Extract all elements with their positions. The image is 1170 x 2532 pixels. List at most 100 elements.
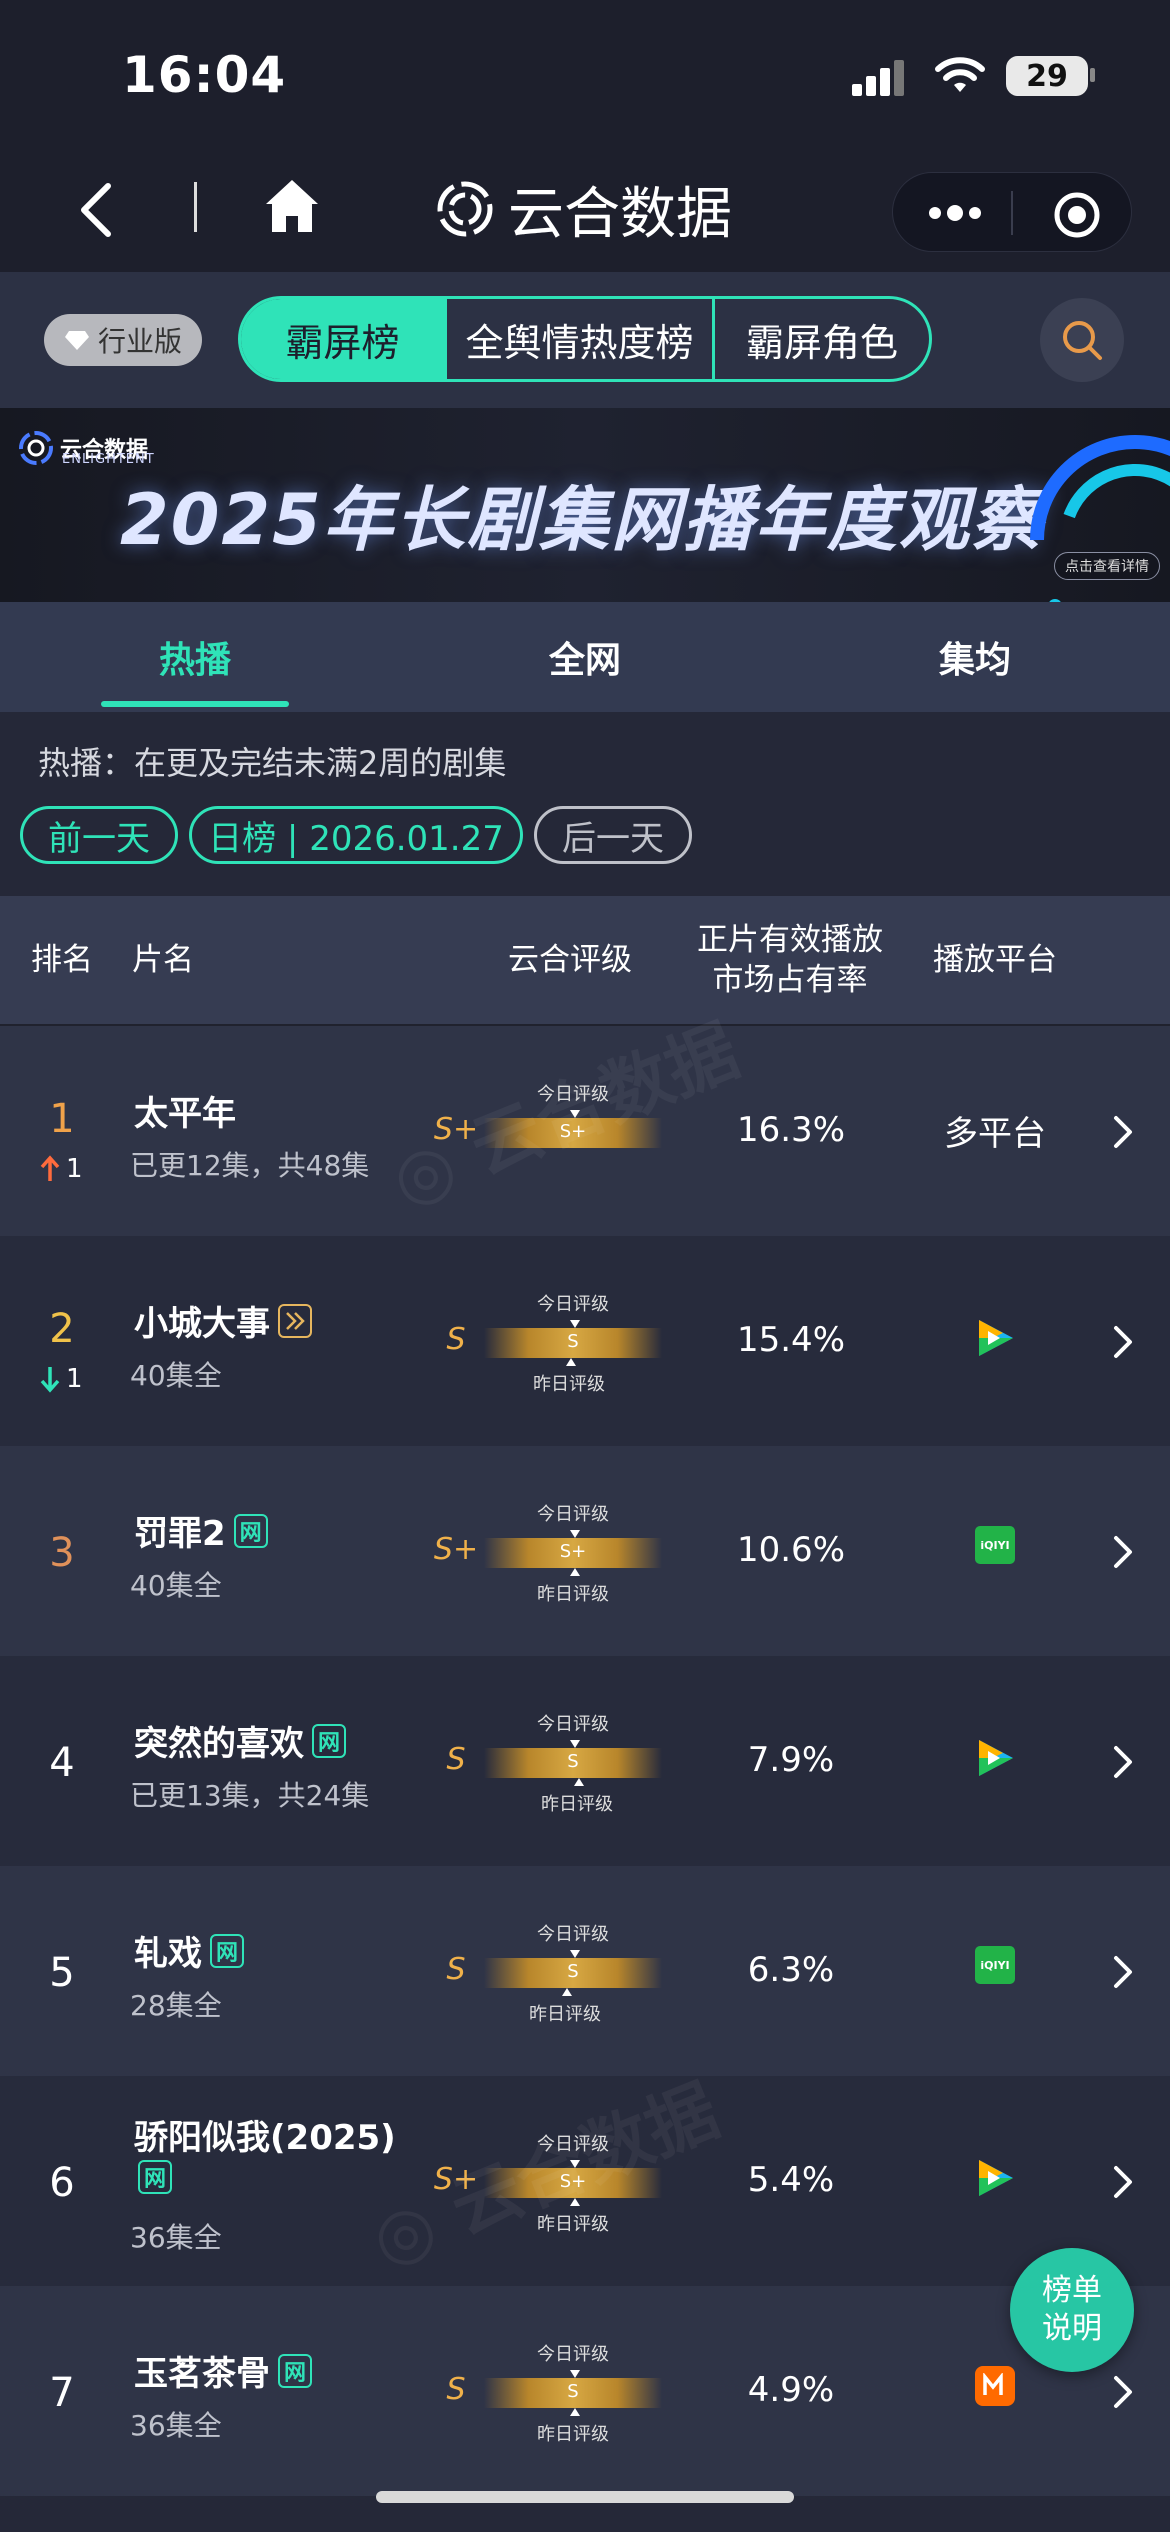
drama-title[interactable]: 罚罪2 网 [134, 1506, 268, 1555]
tencent-video-icon [979, 1320, 1013, 1356]
table-row[interactable]: 7 玉茗茶骨网 36集全 S 今日评级 S 昨日评级 4.9% [0, 2286, 1170, 2496]
table-row[interactable]: 6 骄阳似我(2025) 网 36集全 S+ 今日评级 S+ 昨日评级 5.4% [0, 2076, 1170, 2286]
segment-characters[interactable]: 霸屏角色 [715, 299, 929, 379]
yesterday-marker [570, 2198, 580, 2206]
date-selector[interactable]: 日榜 | 2026.01.27 [189, 806, 523, 864]
nav-divider [194, 182, 197, 232]
banner-detail-button[interactable]: 点击查看详情 [1054, 552, 1160, 580]
yesterday-marker [570, 2408, 580, 2416]
yesterday-rating-label: 昨日评级 [537, 2214, 609, 2235]
list-info: 热播：在更及完结未满2周的剧集 前一天 日榜 | 2026.01.27 后一天 [0, 712, 1170, 896]
rank-number: 1 [49, 1096, 75, 1142]
ranking-type-segment: 霸屏榜 全舆情热度榜 霸屏角色 [238, 296, 932, 382]
table-row[interactable]: 5 轧戏网 28集全 S 今日评级 S 昨日评级 6.3% iQIYI [0, 1866, 1170, 2076]
list-description: 热播：在更及完结未满2周的剧集 [38, 744, 507, 782]
tab-all-network[interactable]: 全网 [390, 602, 780, 712]
prev-day-button[interactable]: 前一天 [20, 806, 178, 864]
platform-cell: iQIYI [930, 1946, 1060, 1984]
tab-per-episode[interactable]: 集均 [780, 602, 1170, 712]
table-row[interactable]: 3 罚罪2 网 40集全 S+ 今日评级 S+ 昨日评级 10.6% iQIYI [0, 1446, 1170, 1656]
web-drama-tag: 网 [312, 1723, 346, 1758]
drama-title[interactable]: 突然的喜欢网 [134, 1716, 346, 1765]
rank-number: 6 [49, 2160, 75, 2206]
yesterday-marker [562, 1988, 572, 1996]
rating-grade: S [446, 1322, 466, 1357]
segment-screen-dominance[interactable]: 霸屏榜 [241, 299, 447, 379]
episode-status: 已更12集，共48集 [130, 1149, 370, 1182]
signal-icon [852, 60, 904, 96]
drama-title[interactable]: 轧戏网 [134, 1926, 244, 1975]
nav-title-group: 云合数据 [436, 174, 732, 247]
ranking-toolbar: 行业版 霸屏榜 全舆情热度榜 霸屏角色 [0, 272, 1170, 408]
bar-grade-label: S+ [559, 1541, 587, 1562]
home-icon[interactable] [262, 176, 322, 236]
next-day-button[interactable]: 后一天 [534, 806, 692, 864]
search-button[interactable] [1040, 298, 1124, 382]
chevron-right-icon[interactable] [1110, 1952, 1136, 1992]
chevron-right-icon[interactable] [1110, 1742, 1136, 1782]
yunhe-logo-icon [437, 181, 493, 237]
episode-status: 已更13集，共24集 [130, 1779, 370, 1812]
segment-public-opinion[interactable]: 全舆情热度榜 [447, 299, 715, 379]
chevron-right-icon[interactable] [1110, 2372, 1136, 2412]
edition-badge[interactable]: 行业版 [44, 314, 202, 366]
market-share-value: 10.6% [736, 1530, 845, 1570]
platform-cell: 多平台 [930, 1106, 1060, 1155]
tab-hot[interactable]: 热播 [0, 602, 390, 712]
bar-grade-label: S+ [559, 2171, 587, 2192]
list-explanation-button[interactable]: 榜单 说明 [1010, 2248, 1134, 2372]
arrow-down-icon [40, 1367, 60, 1393]
wifi-icon [935, 57, 985, 92]
chevron-right-icon[interactable] [1110, 1112, 1136, 1152]
today-rating-label: 今日评级 [537, 1084, 609, 1105]
today-marker [570, 1950, 580, 1958]
drama-title[interactable]: 玉茗茶骨网 [134, 2346, 312, 2395]
drama-title[interactable]: 小城大事 [134, 1296, 312, 1345]
platform-cell [930, 1316, 1060, 1360]
rating-bar: 今日评级 S+ 昨日评级 [484, 2130, 662, 2240]
banner-title: 2025年长剧集网播年度观察 [120, 479, 1043, 561]
banner-logo-icon [19, 431, 53, 465]
more-icon[interactable] [927, 201, 983, 225]
platform-text: 多平台 [944, 1114, 1046, 1154]
promo-banner[interactable]: 云合数据 ENLIGHTENT 2025年长剧集网播年度观察 点击查看详情 [0, 408, 1170, 602]
drama-title-text: 小城大事 [134, 1304, 270, 1344]
table-header: 排名 片名 云合评级 正片有效播放 市场占有率 播放平台 [0, 896, 1170, 1026]
status-bar: 16:04 29 [0, 0, 1170, 150]
table-row[interactable]: 1 1 太平年 已更12集，共48集 S+ 今日评级 S+ 16.3% 多平台 [0, 1026, 1170, 1236]
nav-title: 云合数据 [508, 181, 732, 247]
rank-number: 3 [49, 1530, 75, 1576]
market-share-value: 4.9% [747, 2370, 835, 2410]
status-time: 16:04 [122, 46, 287, 104]
chevron-right-icon[interactable] [1110, 2162, 1136, 2202]
search-icon [1063, 321, 1102, 360]
tencent-video-icon [979, 1740, 1013, 1776]
platform-cell: iQIYI [930, 1526, 1060, 1564]
market-share-value: 15.4% [736, 1320, 845, 1360]
capsule-divider [1011, 191, 1013, 235]
rating-grade: S [446, 1952, 466, 1987]
rank-trend: 1 [40, 1154, 83, 1184]
close-miniapp-icon[interactable] [1053, 191, 1101, 239]
rating-bar: 今日评级 S 昨日评级 [484, 2340, 662, 2450]
platform-cell [930, 1736, 1060, 1780]
back-icon[interactable] [70, 180, 130, 240]
drama-title-text: 突然的喜欢 [134, 1724, 304, 1764]
yesterday-marker [566, 1358, 576, 1366]
today-marker [570, 2370, 580, 2378]
today-rating-label: 今日评级 [537, 1504, 609, 1525]
table-row[interactable]: 4 突然的喜欢网已更13集，共24集 S 今日评级 S 昨日评级 7.9% [0, 1656, 1170, 1866]
bar-grade-label: S+ [559, 1121, 587, 1142]
web-drama-tag: 网 [233, 1513, 268, 1548]
drama-title[interactable]: 太平年 [134, 1086, 236, 1135]
table-row[interactable]: 2 1 小城大事 40集全 S 今日评级 S 昨日评级 15.4% [0, 1236, 1170, 1446]
header-share-line2: 市场占有率 [712, 962, 868, 998]
drama-title[interactable]: 骄阳似我(2025) [134, 2110, 396, 2159]
market-share-value: 16.3% [736, 1110, 845, 1150]
yesterday-marker [574, 1778, 584, 1786]
today-rating-label: 今日评级 [537, 1924, 609, 1945]
chevron-right-icon[interactable] [1110, 1532, 1136, 1572]
chevron-right-icon[interactable] [1110, 1322, 1136, 1362]
bar-grade-label: S [567, 1961, 579, 1982]
iqiyi-icon: iQIYI [975, 1526, 1015, 1564]
